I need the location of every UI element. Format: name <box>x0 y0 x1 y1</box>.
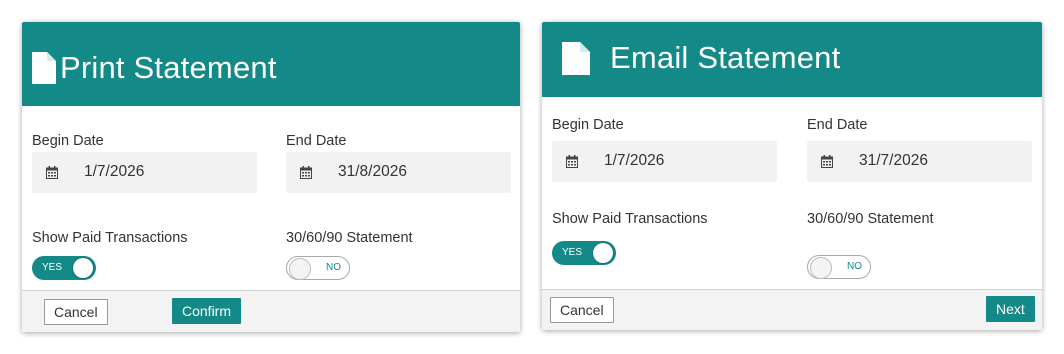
begin-date-field[interactable]: 1/7/2026 <box>32 152 257 193</box>
begin-date-value: 1/7/2026 <box>604 152 665 169</box>
print-statement-dialog: Print Statement Begin Date 1/7/2026 End … <box>22 22 520 332</box>
end-date-label: End Date <box>807 117 868 133</box>
calendar-icon <box>566 155 578 173</box>
confirm-button[interactable]: Confirm <box>172 298 242 324</box>
calendar-icon <box>300 166 312 184</box>
statement-30-60-90-label: 30/60/90 Statement <box>286 230 413 246</box>
toggle-knob <box>289 258 311 280</box>
begin-date-label: Begin Date <box>32 133 104 149</box>
toggle-knob <box>73 258 93 278</box>
end-date-value: 31/7/2026 <box>859 152 928 169</box>
dialog-header: Email Statement <box>542 22 1042 97</box>
show-paid-transactions-toggle[interactable]: YES <box>552 241 616 265</box>
toggle-state-text: YES <box>42 262 63 273</box>
show-paid-transactions-label: Show Paid Transactions <box>552 211 708 227</box>
statement-30-60-90-toggle[interactable]: NO <box>286 256 350 280</box>
document-icon <box>562 42 590 80</box>
end-date-value: 31/8/2026 <box>338 163 407 180</box>
toggle-knob <box>810 257 832 279</box>
begin-date-label: Begin Date <box>552 117 624 133</box>
cancel-button[interactable]: Cancel <box>44 299 108 325</box>
toggle-knob <box>593 243 613 263</box>
calendar-icon <box>821 155 833 173</box>
show-paid-transactions-toggle[interactable]: YES <box>32 256 96 280</box>
show-paid-transactions-label: Show Paid Transactions <box>32 230 188 246</box>
dialog-header: Print Statement <box>22 22 520 106</box>
next-button[interactable]: Next <box>986 296 1035 322</box>
statement-30-60-90-label: 30/60/90 Statement <box>807 211 934 227</box>
toggle-state-text: NO <box>847 261 862 272</box>
end-date-field[interactable]: 31/8/2026 <box>286 152 511 193</box>
dialog-footer: Cancel Next <box>542 289 1042 330</box>
toggle-state-text: NO <box>326 262 341 273</box>
email-statement-dialog: Email Statement Begin Date 1/7/2026 End … <box>542 22 1042 330</box>
document-icon <box>32 52 56 89</box>
begin-date-value: 1/7/2026 <box>84 163 145 180</box>
calendar-icon <box>46 166 58 184</box>
begin-date-field[interactable]: 1/7/2026 <box>552 141 777 182</box>
statement-30-60-90-toggle[interactable]: NO <box>807 255 871 279</box>
dialog-title: Email Statement <box>610 40 841 75</box>
toggle-state-text: YES <box>562 247 583 258</box>
cancel-button[interactable]: Cancel <box>550 297 614 323</box>
dialog-title: Print Statement <box>60 50 277 85</box>
end-date-label: End Date <box>286 133 347 149</box>
dialog-footer: Cancel Confirm <box>22 290 520 332</box>
end-date-field[interactable]: 31/7/2026 <box>807 141 1032 182</box>
